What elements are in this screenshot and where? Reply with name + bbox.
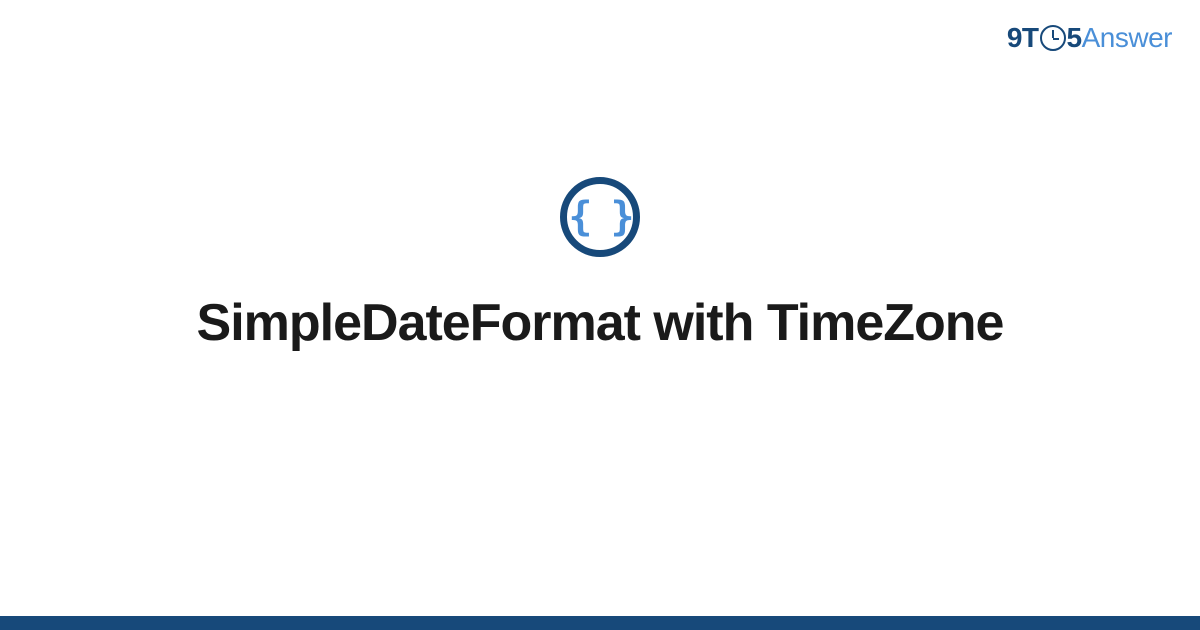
page-title: SimpleDateFormat with TimeZone <box>197 293 1004 353</box>
main-content: { } SimpleDateFormat with TimeZone <box>0 0 1200 630</box>
curly-braces-icon: { } <box>560 177 640 257</box>
braces-glyph: { } <box>568 197 631 237</box>
footer-bar <box>0 616 1200 630</box>
